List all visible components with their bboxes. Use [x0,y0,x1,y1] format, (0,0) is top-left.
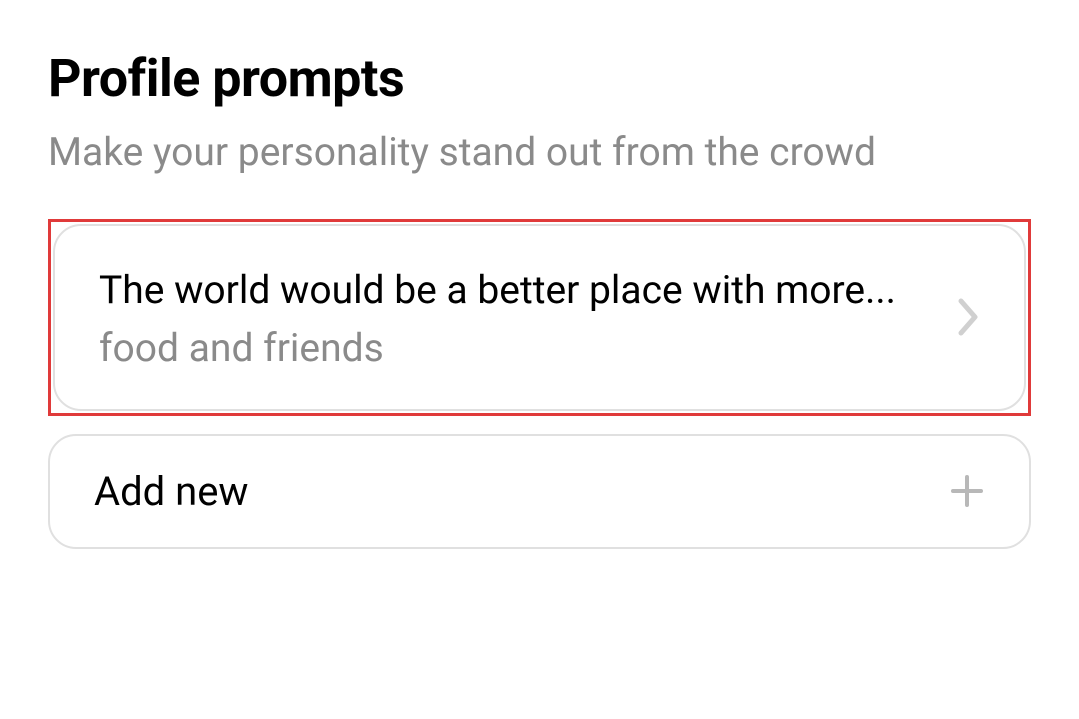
prompt-card[interactable]: The world would be a better place with m… [53,224,1026,411]
add-new-card[interactable]: Add new [48,434,1031,549]
section-title: Profile prompts [48,48,1031,109]
section-subtitle: Make your personality stand out from the… [48,129,1031,175]
prompt-answer: food and friends [99,325,934,371]
prompt-question: The world would be a better place with m… [99,264,934,317]
prompt-card-content: The world would be a better place with m… [99,264,934,371]
highlighted-prompt-wrapper: The world would be a better place with m… [48,219,1031,416]
add-new-label: Add new [94,468,249,515]
chevron-right-icon [958,298,980,336]
plus-icon [949,473,985,509]
